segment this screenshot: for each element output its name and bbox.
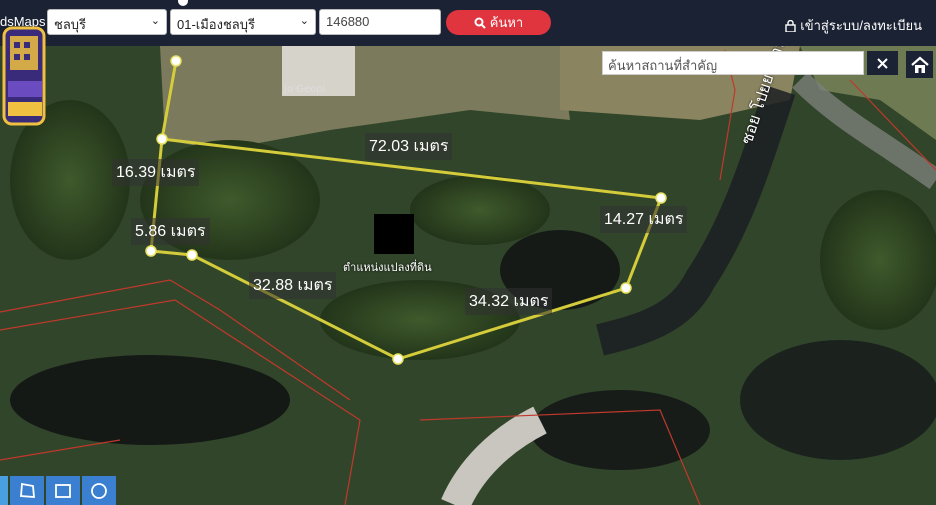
building-label: Jo Geopi <box>284 84 326 95</box>
circle-tool-button[interactable] <box>82 476 116 505</box>
measurement-label: 32.88 เมตร <box>249 272 337 299</box>
toolbar-edge <box>0 476 8 505</box>
polygon-tool-button[interactable] <box>10 476 44 505</box>
drawing-toolbar <box>0 476 116 505</box>
district-value: 01-เมืองชลบุรี <box>177 17 255 32</box>
district-select[interactable]: 01-เมืองชลบุรี ⌄ <box>170 9 316 35</box>
satellite-map[interactable] <box>0 46 936 505</box>
lock-icon <box>785 19 796 32</box>
home-button[interactable] <box>906 51 933 78</box>
login-link[interactable]: เข้าสู่ระบบ/ลงทะเบียน <box>785 15 922 36</box>
province-select[interactable]: ชลบุรี ⌄ <box>47 9 167 35</box>
login-label: เข้าสู่ระบบ/ลงทะเบียน <box>800 18 922 33</box>
header-bar: dsMaps ชลบุรี ⌄ 01-เมืองชลบุรี ⌄ 146880 … <box>0 0 936 46</box>
search-button[interactable]: ค้นหา <box>446 10 551 35</box>
site-logo <box>0 26 52 126</box>
measurement-label: 16.39 เมตร <box>112 159 200 186</box>
measurement-label: 14.27 เมตร <box>600 206 688 233</box>
polygon-tool-icon <box>20 482 35 498</box>
chevron-down-icon: ⌄ <box>299 15 309 27</box>
parcel-number-value: 146880 <box>326 14 370 29</box>
search-icon <box>474 17 486 29</box>
rectangle-tool-icon <box>55 483 71 498</box>
search-label: ค้นหา <box>489 15 524 30</box>
map-imagery <box>0 46 936 505</box>
measurement-label: 72.03 เมตร <box>365 133 453 160</box>
circle-tool-icon <box>91 482 107 499</box>
rectangle-tool-button[interactable] <box>46 476 80 505</box>
place-search-placeholder: ค้นหาสถานที่สำคัญ <box>608 58 718 73</box>
parcel-marker[interactable] <box>374 214 414 254</box>
marker-caption: ตำแหน่งแปลงที่ดิน <box>343 261 432 274</box>
chevron-down-icon: ⌄ <box>150 15 160 27</box>
place-search-input[interactable]: ค้นหาสถานที่สำคัญ <box>602 51 864 75</box>
close-icon <box>877 57 888 69</box>
parcel-number-input[interactable]: 146880 <box>319 9 441 35</box>
measurement-label: 5.86 เมตร <box>131 218 210 245</box>
province-value: ชลบุรี <box>54 17 87 32</box>
clear-search-button[interactable] <box>867 51 898 75</box>
home-icon <box>910 56 929 73</box>
measurement-label: 34.32 เมตร <box>465 288 553 315</box>
